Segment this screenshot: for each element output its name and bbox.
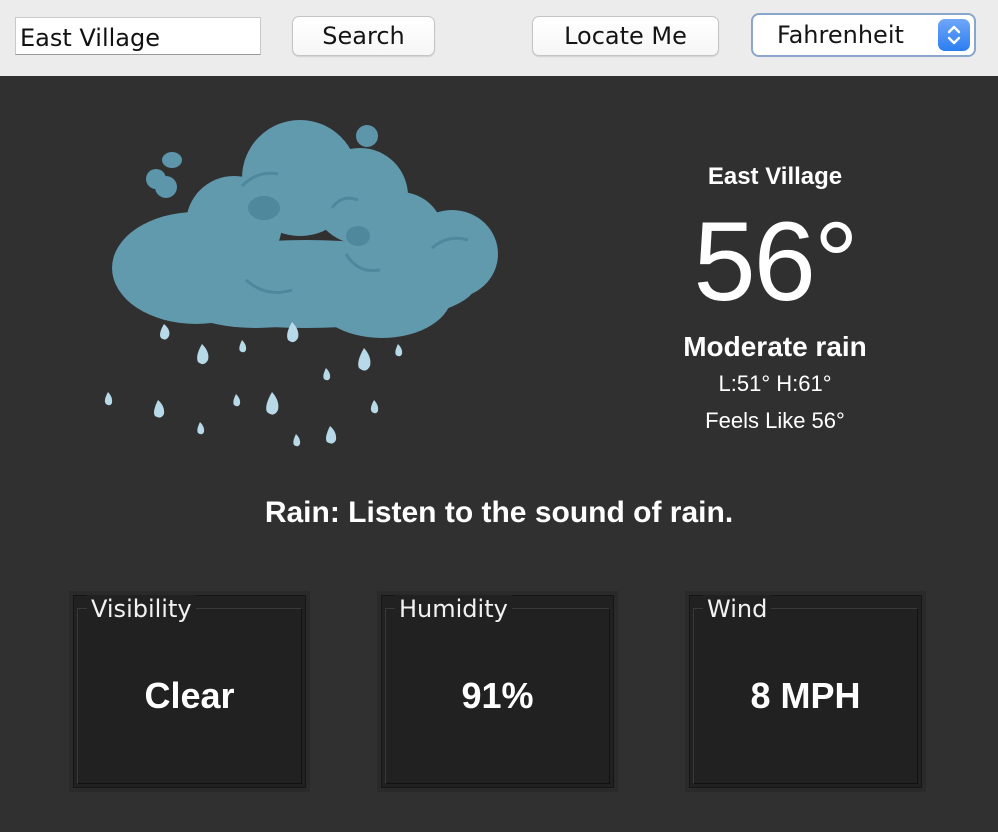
location-name: East Village (707, 163, 843, 190)
weather-description: Moderate rain (683, 331, 867, 362)
wind-card: Wind 8 MPH (685, 591, 926, 792)
unit-select-value: Fahrenheit (777, 21, 904, 49)
visibility-value: Clear (144, 675, 235, 716)
humidity-title: Humidity (395, 595, 512, 623)
wind-value: 8 MPH (750, 675, 861, 716)
search-button[interactable]: Search (292, 16, 435, 56)
visibility-card: Visibility Clear (69, 591, 310, 792)
search-input[interactable] (15, 17, 261, 55)
current-temperature: 56° (693, 199, 858, 324)
humidity-value: 91% (461, 675, 534, 716)
feels-like-temperature: Feels Like 56° (705, 408, 845, 433)
unit-select[interactable]: Fahrenheit (751, 13, 976, 57)
rain-cloud-icon (96, 108, 508, 456)
weather-tagline: Rain: Listen to the sound of rain. (264, 496, 734, 529)
low-high-temperature: L:51° H:61° (718, 371, 832, 396)
visibility-title: Visibility (87, 595, 196, 623)
chevron-up-down-icon (938, 19, 970, 51)
wind-title: Wind (703, 595, 772, 623)
humidity-card: Humidity 91% (377, 591, 618, 792)
toolbar: Search Locate Me Fahrenheit (0, 0, 998, 76)
locate-me-button[interactable]: Locate Me (532, 16, 719, 56)
